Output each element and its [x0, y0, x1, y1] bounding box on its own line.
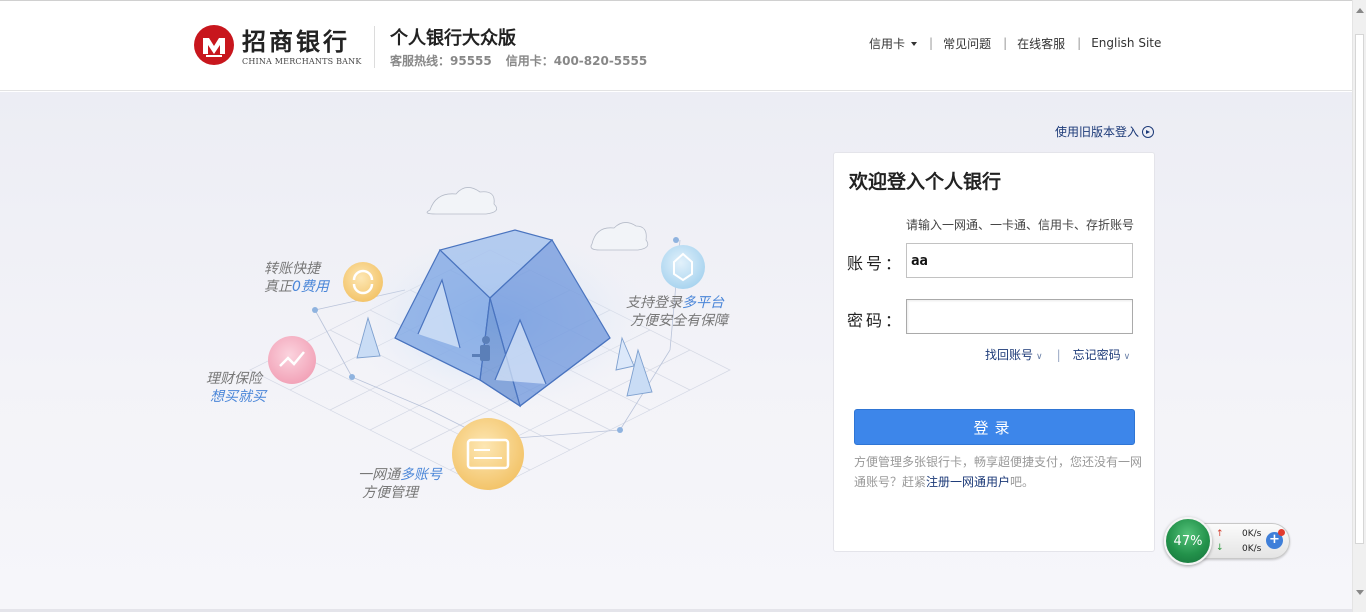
finance-caption-line2: 想买就买 [210, 389, 266, 405]
brand-name-en: CHINA MERCHANTS BANK [242, 57, 362, 66]
account-label: 账号： [847, 254, 905, 273]
old-version-label: 使用旧版本登入 [1055, 125, 1140, 139]
transfer-caption-prefix: 真正 [264, 279, 292, 295]
nav-online-service[interactable]: 在线客服 [1017, 35, 1065, 52]
platform-caption-prefix: 支持登录 [626, 295, 682, 311]
upload-arrow-icon: ↑ [1216, 529, 1224, 539]
site-title: 个人银行大众版 [390, 28, 516, 49]
top-nav: 信用卡 | 常见问题 | 在线客服 | English Site [869, 35, 1161, 51]
promo-illustration: 转账快捷 真正0费用 理财保险 想买就买 一网通多账号 方便管理 支持登录多平台… [190, 170, 790, 550]
nav-faq[interactable]: 常见问题 [943, 35, 991, 52]
platform-ball-icon [661, 245, 705, 289]
upload-speed: 0K/s [1242, 529, 1262, 539]
download-speed: 0K/s [1242, 544, 1262, 554]
password-input[interactable] [906, 299, 1133, 334]
account-hint: 请输入一网通、一卡通、信用卡、存折账号 [906, 218, 1135, 232]
multi-account-caption-highlight: 多账号 [400, 467, 442, 483]
arrow-right-circle-icon [1142, 125, 1155, 138]
register-note-suffix: 吧。 [1010, 475, 1035, 489]
transfer-ball-icon [343, 262, 383, 302]
brand-name-cn: 招商银行 [242, 27, 350, 56]
old-version-login-link[interactable]: 使用旧版本登入 [1055, 123, 1155, 140]
recover-account-label: 找回账号 [985, 348, 1034, 362]
login-title: 欢迎登入个人银行 [849, 171, 1002, 193]
forgot-password-label: 忘记密码 [1072, 348, 1121, 362]
service-hotline: 客服热线：95555 [390, 54, 492, 68]
multi-account-caption-line2: 方便管理 [362, 485, 418, 501]
nav-credit-card-label: 信用卡 [869, 36, 906, 51]
chevron-down-icon: ∨ [1123, 352, 1131, 362]
multi-account-caption-line1: 一网通多账号 [358, 466, 442, 484]
transfer-caption-highlight: 0费用 [292, 279, 329, 295]
scroll-thumb[interactable] [1355, 34, 1364, 544]
nav-separator: | [929, 36, 934, 50]
transfer-caption-line1: 转账快捷 [264, 261, 320, 277]
download-arrow-icon: ↓ [1216, 543, 1224, 553]
credit-card-hotline: 信用卡：400-820-5555 [505, 54, 648, 68]
password-label: 密码： [847, 311, 905, 330]
platform-caption: 支持登录多平台 方便安全有保障 [626, 294, 728, 330]
login-button[interactable]: 登录 [854, 409, 1135, 445]
platform-caption-line2: 方便安全有保障 [630, 313, 728, 329]
finance-caption-line1: 理财保险 [206, 371, 262, 387]
finance-ball-icon [268, 336, 316, 384]
account-input[interactable] [906, 243, 1133, 278]
platform-caption-highlight: 多平台 [682, 295, 724, 311]
header-divider [374, 26, 375, 68]
transfer-caption-line2: 真正0费用 [264, 278, 329, 296]
transfer-caption: 转账快捷 真正0费用 [264, 260, 329, 296]
register-note: 方便管理多张银行卡，畅享超便捷支付，您还没有一网通账号？赶紧注册一网通用户吧。 [854, 452, 1144, 492]
link-separator: | [1056, 347, 1061, 362]
chevron-down-icon: ∨ [1036, 352, 1043, 362]
cmb-logo-icon[interactable] [194, 25, 234, 65]
scroll-down-icon[interactable] [1356, 590, 1364, 595]
recover-links: 找回账号 ∨ | 忘记密码 ∨ [985, 346, 1130, 363]
nav-separator: | [1077, 36, 1082, 50]
scroll-up-icon[interactable] [1356, 8, 1364, 13]
hotlines: 客服热线：95555 信用卡：400-820-5555 [390, 52, 647, 69]
notification-dot [1278, 529, 1285, 536]
recover-account-link[interactable]: 找回账号 ∨ [985, 346, 1043, 363]
multi-account-caption-prefix: 一网通 [358, 467, 400, 483]
platform-caption-line1: 支持登录多平台 [626, 294, 728, 312]
multi-account-ball-icon [452, 418, 524, 490]
vertical-scrollbar[interactable] [1352, 0, 1366, 612]
login-panel: 欢迎登入个人银行 请输入一网通、一卡通、信用卡、存折账号 账号： 密码： 找回账… [833, 152, 1155, 552]
top-header: 招商银行 CHINA MERCHANTS BANK 个人银行大众版 客服热线：9… [0, 0, 1352, 91]
register-link[interactable]: 注册一网通用户 [926, 475, 1010, 489]
network-speed-widget[interactable]: ↑ 0K/s ↓ 0K/s + 47% [1164, 516, 1292, 566]
nav-credit-card[interactable]: 信用卡 [869, 35, 918, 52]
finance-caption: 理财保险 想买就买 [206, 370, 266, 406]
nav-separator: | [1003, 36, 1008, 50]
nav-english-site[interactable]: English Site [1091, 36, 1161, 50]
caret-down-icon [911, 42, 918, 46]
forgot-password-link[interactable]: 忘记密码 ∨ [1073, 346, 1131, 363]
isometric-scene-graphic [249, 187, 731, 491]
memory-percent-ball[interactable]: 47% [1164, 517, 1212, 565]
multi-account-caption: 一网通多账号 方便管理 [358, 466, 442, 502]
